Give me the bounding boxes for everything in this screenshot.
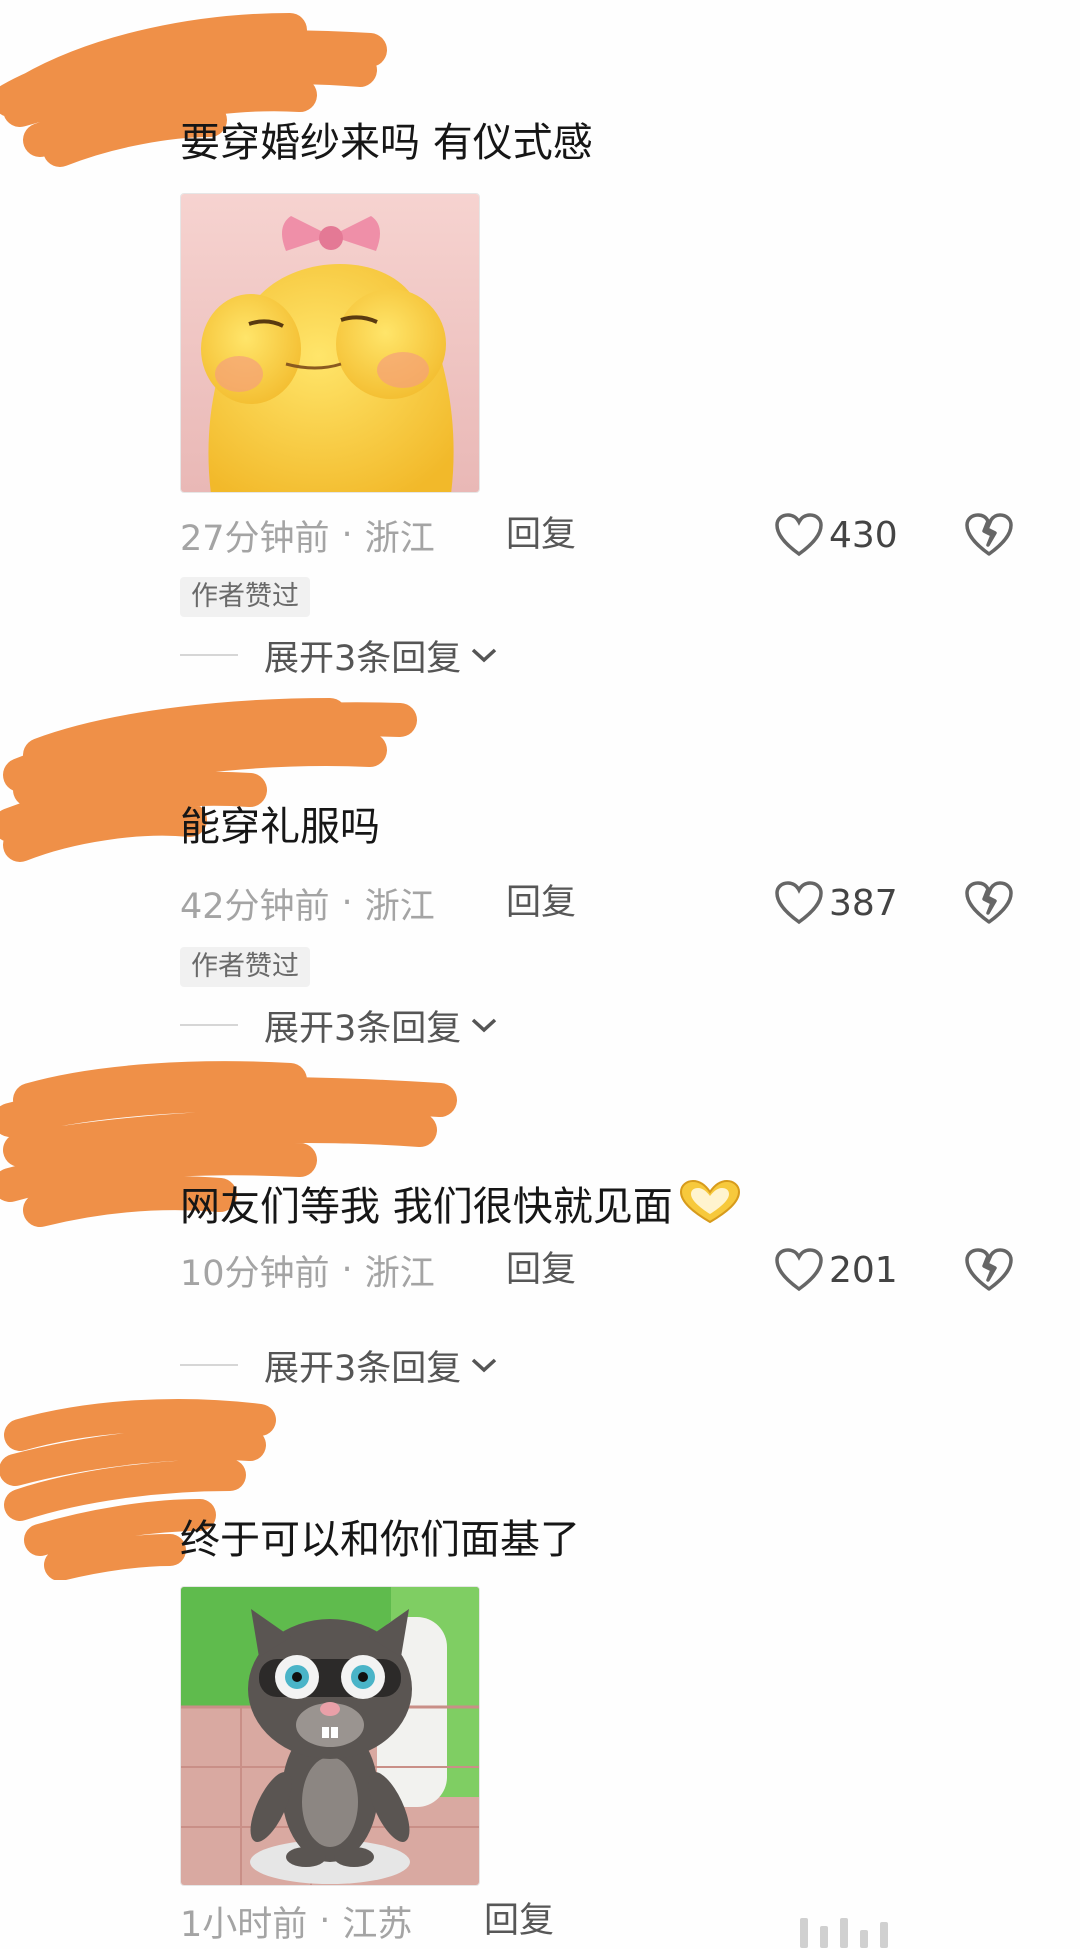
comment-location: 浙江 [364,886,435,927]
like-count: 201 [829,1249,898,1291]
chevron-down-icon [469,1355,499,1375]
reply-button[interactable]: 回复 [506,510,576,560]
dislike-button[interactable] [965,510,1017,560]
comment-text: 能穿礼服吗 [180,804,380,850]
broken-heart-icon [965,513,1013,556]
comment-location: 浙江 [364,518,435,559]
meta-separator: · [319,1901,331,1941]
scroll-indicator [800,1918,888,1948]
like-button[interactable]: 430 [775,510,898,560]
meta-separator: · [341,883,353,923]
comment-time: 27分钟前 [180,518,330,559]
divider-line [180,1364,238,1366]
comment-text: 要穿婚纱来吗 有仪式感 [180,120,593,166]
like-count: 387 [829,882,898,924]
chevron-down-icon [469,645,499,665]
expand-replies-label: 展开3条回复 [264,638,462,679]
expand-replies[interactable]: 展开3条回复 [180,1000,499,1050]
comment-time: 10分钟前 [180,1253,330,1294]
divider-line [180,654,238,656]
meta-separator: · [341,1250,353,1290]
comment-time: 42分钟前 [180,886,330,927]
comment-text: 终于可以和你们面基了 [180,1517,580,1563]
like-button[interactable]: 201 [775,1245,898,1295]
expand-replies[interactable]: 展开3条回复 [180,1340,499,1390]
broken-heart-icon [965,1248,1013,1291]
sticker-image[interactable] [180,1586,480,1886]
sticker-image[interactable] [180,193,480,493]
author-liked-badge: 作者赞过 [180,577,310,617]
reply-button[interactable]: 回复 [506,1245,576,1295]
expand-replies-label: 展开3条回复 [264,1008,462,1049]
reply-button[interactable]: 回复 [506,878,576,928]
dislike-button[interactable] [965,1245,1017,1295]
comment-meta: 10分钟前 · 浙江 [180,1245,435,1295]
expand-replies-label: 展开3条回复 [264,1348,462,1389]
reply-button[interactable]: 回复 [484,1896,554,1946]
comment-text-content: 网友们等我 我们很快就见面 [180,1184,673,1230]
heart-hands-emoji-icon [675,1178,745,1240]
heart-outline-icon [775,513,823,557]
broken-heart-icon [965,881,1013,924]
author-liked-badge: 作者赞过 [180,947,310,987]
comment-meta: 1小时前 · 江苏 [180,1896,412,1946]
dislike-button[interactable] [965,878,1017,928]
divider-line [180,1024,238,1026]
like-button[interactable]: 387 [775,878,898,928]
comment-text: 网友们等我 我们很快就见面 [180,1178,745,1240]
meta-separator: · [341,515,353,555]
heart-outline-icon [775,881,823,925]
expand-replies[interactable]: 展开3条回复 [180,630,499,680]
comment-meta: 42分钟前 · 浙江 [180,878,435,928]
heart-outline-icon [775,1248,823,1292]
comment-location: 浙江 [364,1253,435,1294]
like-count: 430 [829,514,898,556]
comment-meta: 27分钟前 · 浙江 [180,510,435,560]
comment-location: 江苏 [342,1904,413,1945]
comment-time: 1小时前 [180,1904,308,1945]
chevron-down-icon [469,1015,499,1035]
